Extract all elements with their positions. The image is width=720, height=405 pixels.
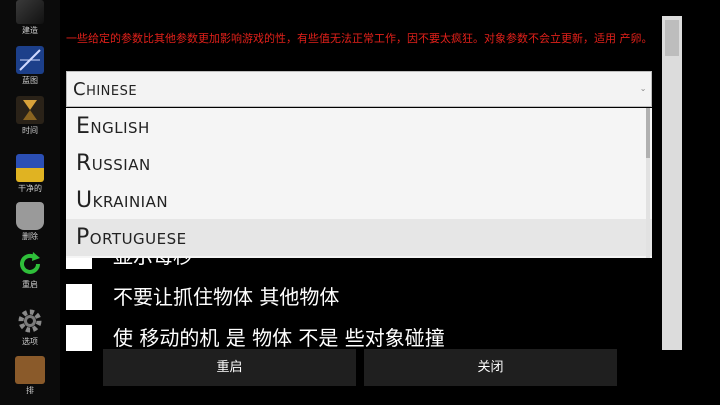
tool-time[interactable]: 时间 [0, 96, 60, 136]
hourglass-icon [16, 96, 44, 124]
language-option-russian[interactable]: Russian [66, 145, 652, 182]
checkbox-label: 使 移动的机 是 物体 不是 些对象碰撞 [113, 326, 445, 350]
dialog-scrollbar-thumb[interactable] [665, 20, 679, 56]
build-icon [16, 0, 44, 24]
box-icon [15, 356, 45, 384]
gear-icon [16, 307, 44, 335]
warning-text: 一些给定的参数比其他参数更加影响游戏的性，有些值无法正常工作，因不要太疯狂。对象… [66, 32, 653, 45]
delete-icon [16, 202, 44, 230]
tool-blueprint[interactable]: 蓝图 [0, 46, 60, 86]
tool-delete[interactable]: 删除 [0, 202, 60, 242]
dropdown-scrollbar-thumb[interactable] [646, 108, 650, 158]
language-selected-value: Chinese [73, 79, 138, 100]
checkbox[interactable] [66, 325, 92, 351]
language-option-ukrainian[interactable]: Ukrainian [66, 182, 652, 219]
tool-clean[interactable]: 干净的 [0, 154, 60, 194]
restart-icon [16, 250, 44, 278]
tool-label: 干净的 [18, 184, 42, 193]
tool-box[interactable]: 排 [0, 356, 60, 396]
clean-icon [16, 154, 44, 182]
tool-build[interactable]: 建造 [0, 0, 60, 36]
tool-label: 重启 [22, 280, 38, 289]
checkbox[interactable] [66, 284, 92, 310]
left-toolbar: 建造 蓝图 时间 干净的 删除 重启 选项 排 [0, 0, 61, 405]
dropdown-scrollbar[interactable] [646, 108, 650, 258]
tool-label: 蓝图 [22, 76, 38, 85]
tool-label: 排 [26, 386, 34, 395]
close-button[interactable]: 关闭 [364, 349, 617, 386]
chevron-down-icon: ⌄ [639, 84, 647, 93]
checkbox-label: 不要让抓住物体 其他物体 [113, 285, 340, 309]
tool-label: 删除 [22, 232, 38, 241]
language-select[interactable]: Chinese ⌄ [66, 71, 652, 107]
restart-button[interactable]: 重启 [103, 349, 356, 386]
tool-label: 建造 [22, 26, 38, 35]
language-option-english[interactable]: English [66, 108, 652, 145]
language-dropdown-list[interactable]: English Russian Ukrainian Portuguese [66, 108, 652, 258]
tool-label: 选项 [22, 337, 38, 346]
right-edge [686, 0, 720, 405]
options-dialog: 一些给定的参数比其他参数更加影响游戏的性，有些值无法正常工作，因不要太疯狂。对象… [60, 0, 686, 405]
language-option-portuguese[interactable]: Portuguese [66, 219, 652, 256]
blueprint-icon [16, 46, 44, 74]
tool-label: 时间 [22, 126, 38, 135]
dialog-scrollbar[interactable] [662, 16, 682, 350]
tool-restart[interactable]: 重启 [0, 250, 60, 290]
tool-options[interactable]: 选项 [0, 307, 60, 347]
